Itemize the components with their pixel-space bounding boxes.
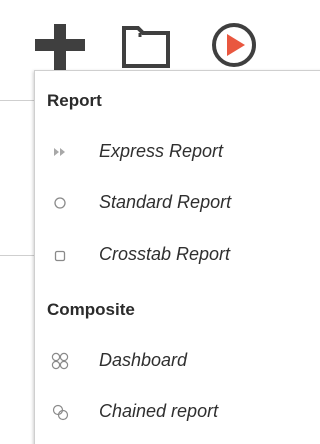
menu-item-standard-report[interactable]: Standard Report	[36, 181, 320, 225]
dashboard-grid-icon	[51, 352, 69, 370]
play-circle-icon	[212, 23, 256, 67]
run-button[interactable]	[204, 18, 266, 72]
section-title-report: Report	[47, 91, 102, 110]
menu-item-dashboard[interactable]: Dashboard	[36, 339, 320, 383]
background-divider	[0, 255, 36, 256]
menu-item-label: Chained report	[99, 401, 219, 421]
section-title-composite: Composite	[47, 300, 135, 319]
menu-item-label: Dashboard	[99, 350, 188, 370]
menu-item-label: Crosstab Report	[99, 244, 231, 264]
menu-item-express-report[interactable]: Express Report	[36, 130, 320, 174]
chain-icon	[52, 404, 69, 421]
open-folder-button[interactable]	[118, 18, 180, 72]
background-divider	[0, 100, 36, 101]
new-report-menu: Report Express Report Standard Report Cr…	[34, 70, 320, 444]
circle-outline-icon	[54, 197, 66, 209]
page: Report Express Report Standard Report Cr…	[0, 0, 320, 444]
menu-item-label: Standard Report	[99, 192, 232, 212]
add-button[interactable]	[30, 18, 92, 74]
menu-item-chained-report[interactable]: Chained report	[36, 390, 320, 434]
plus-icon	[35, 24, 85, 74]
folder-icon	[122, 26, 170, 68]
menu-item-crosstab-report[interactable]: Crosstab Report	[36, 233, 320, 277]
square-outline-icon	[54, 250, 66, 262]
menu-item-label: Express Report	[99, 141, 224, 161]
fast-forward-icon	[54, 148, 65, 156]
